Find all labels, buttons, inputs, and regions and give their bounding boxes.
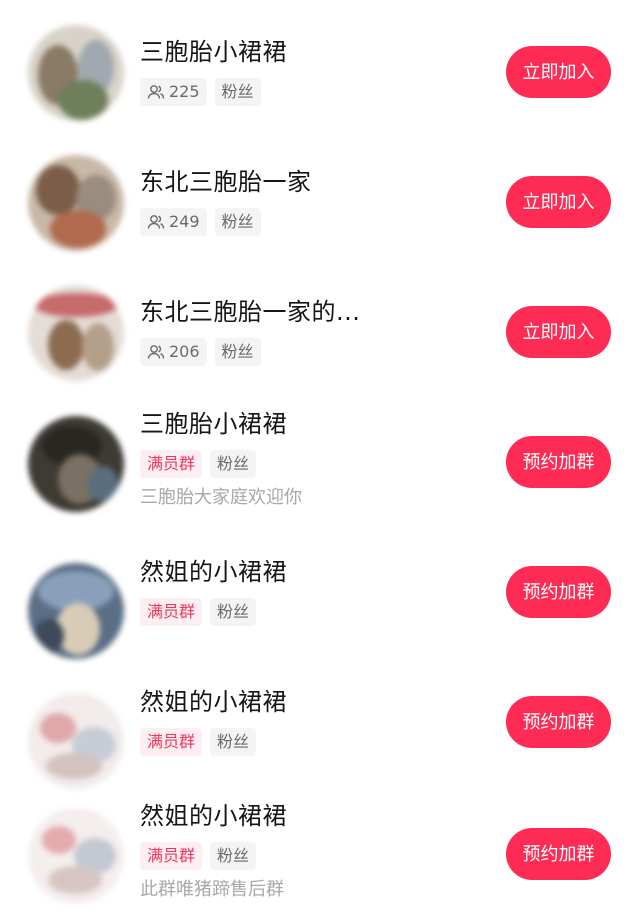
- member-count: 225: [169, 82, 200, 101]
- group-title: 然姐的小裙裙: [140, 802, 287, 830]
- group-title: 三胞胎小裙裙: [140, 38, 287, 66]
- reserve-button[interactable]: 预约加群: [506, 696, 611, 748]
- full-group-badge: 满员群: [140, 728, 203, 756]
- group-title: 然姐的小裙裙: [140, 688, 287, 716]
- member-count-tag: 225: [140, 78, 207, 106]
- list-item[interactable]: 东北三胞胎一家 249 粉丝 立即加入: [0, 148, 640, 258]
- member-count-tag: 206: [140, 338, 207, 366]
- group-description: 三胞胎大家庭欢迎你: [140, 487, 302, 508]
- people-icon: [147, 85, 165, 99]
- fans-tag: 粉丝: [210, 598, 257, 626]
- member-count: 249: [169, 212, 200, 231]
- fans-tag: 粉丝: [214, 208, 261, 236]
- reserve-button[interactable]: 预约加群: [506, 566, 611, 618]
- people-icon: [147, 215, 165, 229]
- list-item[interactable]: 然姐的小裙裙 满员群 粉丝 预约加群: [0, 556, 640, 666]
- avatar[interactable]: [28, 416, 124, 512]
- list-item[interactable]: 三胞胎小裙裙 满员群 粉丝 三胞胎大家庭欢迎你 预约加群: [0, 408, 640, 528]
- full-group-badge: 满员群: [140, 450, 203, 478]
- list-item[interactable]: 东北三胞胎一家的... 206 粉丝 立即加入: [0, 278, 640, 388]
- list-item[interactable]: 然姐的小裙裙 满员群 粉丝 此群唯猪蹄售后群 预约加群: [0, 800, 640, 916]
- group-title: 东北三胞胎一家: [140, 168, 312, 196]
- full-group-badge: 满员群: [140, 842, 203, 870]
- avatar[interactable]: [28, 155, 124, 251]
- list-item[interactable]: 然姐的小裙裙 满员群 粉丝 预约加群: [0, 686, 640, 796]
- member-count: 206: [169, 342, 200, 361]
- join-button[interactable]: 立即加入: [506, 176, 611, 228]
- full-group-badge: 满员群: [140, 598, 203, 626]
- avatar[interactable]: [28, 563, 124, 659]
- fans-tag: 粉丝: [210, 450, 257, 478]
- avatar[interactable]: [28, 25, 124, 121]
- group-list: 三胞胎小裙裙 225 粉丝 立即加入 东北三胞胎一家 249 粉丝 立即加入 东…: [0, 0, 640, 916]
- group-description: 此群唯猪蹄售后群: [140, 879, 284, 900]
- fans-tag: 粉丝: [210, 842, 257, 870]
- fans-tag: 粉丝: [214, 338, 261, 366]
- avatar[interactable]: [28, 808, 124, 904]
- group-title: 东北三胞胎一家的...: [140, 298, 361, 326]
- group-title: 然姐的小裙裙: [140, 558, 287, 586]
- avatar[interactable]: [28, 285, 124, 381]
- people-icon: [147, 345, 165, 359]
- member-count-tag: 249: [140, 208, 207, 236]
- list-item[interactable]: 三胞胎小裙裙 225 粉丝 立即加入: [0, 18, 640, 128]
- avatar[interactable]: [28, 693, 124, 789]
- reserve-button[interactable]: 预约加群: [506, 828, 611, 880]
- group-title: 三胞胎小裙裙: [140, 410, 287, 438]
- reserve-button[interactable]: 预约加群: [506, 436, 611, 488]
- join-button[interactable]: 立即加入: [506, 46, 611, 98]
- join-button[interactable]: 立即加入: [506, 306, 611, 358]
- fans-tag: 粉丝: [214, 78, 261, 106]
- fans-tag: 粉丝: [210, 728, 257, 756]
